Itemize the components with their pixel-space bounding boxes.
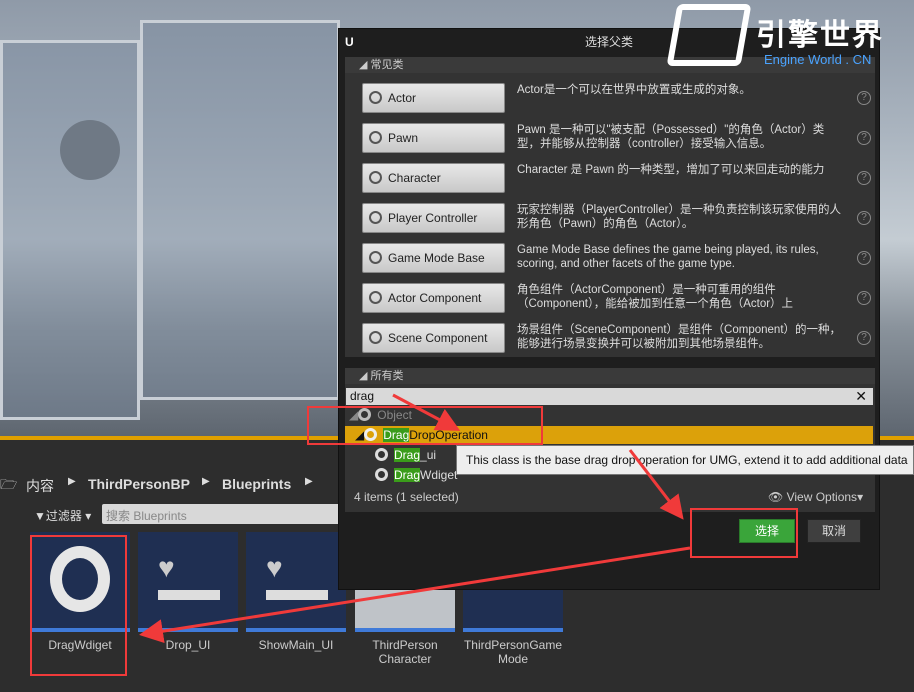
class-search-input[interactable]: drag ✕ (346, 388, 873, 405)
class-description: Character 是 Pawn 的一种类型，增加了可以来回走动的能力 (517, 164, 825, 176)
class-button-scene-component[interactable]: Scene Component (362, 323, 505, 353)
logo-subtext: Engine World . CN (764, 52, 872, 67)
class-description: 场景组件（SceneComponent）是组件（Component）的一种，能够… (517, 324, 842, 350)
class-button-actor-component[interactable]: Actor Component (362, 283, 505, 313)
class-description: Game Mode Base defines the game being pl… (517, 244, 819, 270)
annotation-box (30, 535, 127, 676)
help-icon[interactable]: ? (857, 251, 871, 265)
breadcrumb-blueprints[interactable]: Blueprints (222, 476, 291, 492)
class-description: 玩家控制器（PlayerController）是一种负责控制该玩家使用的人形角色… (517, 204, 841, 230)
help-icon[interactable]: ? (857, 211, 871, 225)
class-tooltip: This class is the base drag drop operati… (456, 445, 914, 475)
asset-drop-ui[interactable]: ♥ (138, 532, 238, 632)
class-icon (369, 91, 382, 104)
class-button-player-controller[interactable]: Player Controller (362, 203, 505, 233)
class-icon (369, 171, 382, 184)
annotation-box (690, 508, 798, 558)
folder-icon: 🗁 (0, 476, 18, 492)
asset-search-input[interactable]: 搜索 Blueprints (102, 504, 342, 524)
unreal-logo-icon: U (345, 35, 354, 49)
help-icon[interactable]: ? (857, 291, 871, 305)
annotation-box (307, 406, 543, 445)
class-description: Pawn 是一种可以"被支配（Possessed）"的角色（Actor）类型，并… (517, 124, 825, 150)
breadcrumb-thirdpersonbp[interactable]: ThirdPersonBP (88, 476, 190, 492)
breadcrumb-content[interactable]: 内容 (26, 476, 54, 496)
item-count: 4 items (1 selected) (354, 490, 459, 504)
class-icon (369, 211, 382, 224)
logo-text: 引擎世界 (756, 19, 884, 52)
class-icon (369, 251, 382, 264)
asset-label: ThirdPerson Character (372, 638, 438, 666)
help-icon[interactable]: ? (857, 131, 871, 145)
class-icon (369, 291, 382, 304)
pick-parent-class-dialog: U 选择父类 ◢ 常见类 Actor Actor是一个可以在世界中放置或生成的对象… (338, 28, 880, 590)
engine-world-logo: 引擎世界 Engine World . CN (666, 4, 910, 70)
help-icon[interactable]: ? (857, 331, 871, 345)
help-icon[interactable]: ? (857, 171, 871, 185)
class-icon (369, 331, 382, 344)
help-icon[interactable]: ? (857, 91, 871, 105)
view-options-button[interactable]: 👁 View Options▾ (768, 490, 863, 504)
all-classes-header[interactable]: ◢ 所有类 (345, 368, 875, 384)
eye-icon: 👁 (768, 490, 784, 504)
asset-label: Drop_UI (165, 638, 211, 652)
common-classes-panel: Actor Actor是一个可以在世界中放置或生成的对象。 ? Pawn Pawn… (345, 73, 875, 357)
filter-button[interactable]: ▼过滤器 ▾ (34, 507, 91, 524)
class-button-game-mode-base[interactable]: Game Mode Base (362, 243, 505, 273)
class-description: Actor是一个可以在世界中放置或生成的对象。 (517, 84, 751, 96)
clear-search-icon[interactable]: ✕ (855, 388, 867, 405)
asset-showmain-ui[interactable]: ♥ (246, 532, 346, 632)
class-button-actor[interactable]: Actor (362, 83, 505, 113)
class-button-pawn[interactable]: Pawn (362, 123, 505, 153)
cancel-button[interactable]: 取消 (807, 519, 861, 543)
asset-label: ThirdPersonGame Mode (463, 638, 563, 666)
asset-label: ShowMain_UI (258, 638, 334, 652)
class-button-character[interactable]: Character (362, 163, 505, 193)
class-icon (369, 131, 382, 144)
class-description: 角色组件（ActorComponent）是一种可重用的组件（Component）… (517, 284, 794, 310)
